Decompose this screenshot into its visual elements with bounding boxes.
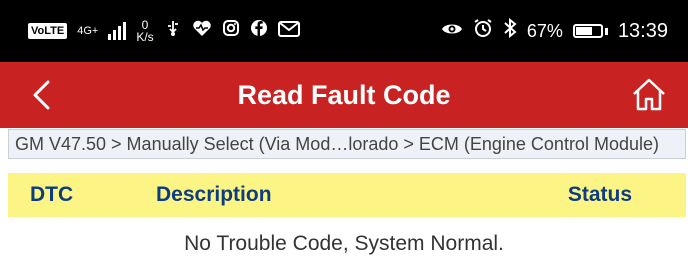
bluetooth-icon [503,17,517,44]
usb-icon [164,19,182,43]
column-header-dtc: DTC [30,183,74,206]
table-header: DTC Description Status [8,173,686,217]
signal-icon [108,22,127,40]
battery-tip [604,27,608,35]
instagram-icon [222,19,240,43]
heart-icon [192,19,212,43]
column-header-status: Status [567,183,632,206]
status-bar-right: 67% 13:39 [441,17,668,44]
network-speed: 0 K/s [136,19,153,43]
battery-icon [572,24,603,38]
clock: 13:39 [617,19,668,42]
back-icon [33,80,50,110]
page-title: Read Fault Code [237,79,451,110]
battery-fill [575,27,592,35]
battery-percent: 67% [526,20,563,41]
column-header-description: Description [156,183,272,206]
network-type: 4G+ [77,25,99,37]
app-bar: Read Fault Code [0,62,688,128]
breadcrumb: GM V47.50 > Manually Select (Via Mod…lor… [8,129,686,159]
speed-unit: K/s [136,30,154,44]
mail-icon [277,20,300,43]
volte-badge: VoLTE [28,23,68,39]
back-button[interactable] [26,78,56,112]
home-icon [633,78,665,111]
status-bar-left: VoLTE 4G+ 0 K/s [28,19,300,43]
eye-icon [441,20,463,43]
home-button[interactable] [630,76,668,112]
alarm-icon [473,18,493,44]
empty-state-message: No Trouble Code, System Normal. [184,232,504,255]
status-bar: VoLTE 4G+ 0 K/s 67% 13:39 [0,0,688,62]
facebook-icon [250,19,268,43]
network-indicator: 4G+ [77,25,99,37]
